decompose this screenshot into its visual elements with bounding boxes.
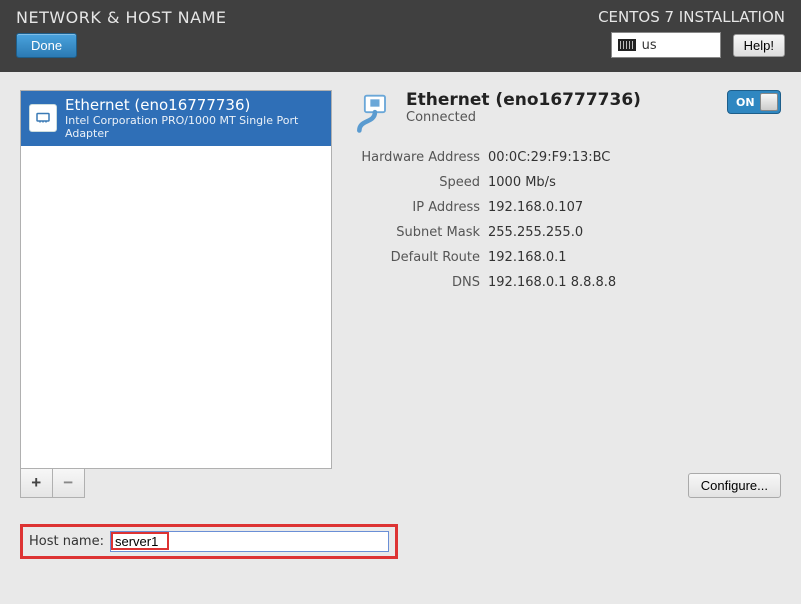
detail-panel: Ethernet (eno16777736) Connected ON Hard… [352, 90, 781, 498]
interface-panel: Ethernet (eno16777736) Intel Corporation… [20, 90, 332, 498]
configure-button[interactable]: Configure... [688, 473, 781, 498]
remove-interface-button[interactable]: − [53, 469, 84, 497]
connection-status: Connected [406, 110, 641, 125]
installer-title: CENTOS 7 INSTALLATION [598, 8, 785, 26]
hostname-label: Host name: [29, 534, 104, 549]
interface-add-remove: + − [20, 469, 85, 498]
toggle-handle [760, 93, 778, 111]
connection-title: Ethernet (eno16777736) [406, 90, 641, 110]
row-hardware-address: Hardware Address 00:0C:29:F9:13:BC [358, 150, 781, 165]
interface-item[interactable]: Ethernet (eno16777736) Intel Corporation… [21, 91, 331, 146]
connection-toggle[interactable]: ON [727, 90, 781, 114]
page-title: NETWORK & HOST NAME [16, 8, 227, 27]
toggle-label: ON [736, 96, 755, 109]
keyboard-layout-indicator[interactable]: us [611, 32, 721, 58]
row-dns: DNS 192.168.0.1 8.8.8.8 [358, 275, 781, 290]
interface-list[interactable]: Ethernet (eno16777736) Intel Corporation… [20, 90, 332, 469]
row-subnet-mask: Subnet Mask 255.255.255.0 [358, 225, 781, 240]
help-button[interactable]: Help! [733, 34, 785, 57]
top-bar: NETWORK & HOST NAME Done CENTOS 7 INSTAL… [0, 0, 801, 72]
keyboard-layout-label: us [642, 38, 657, 53]
row-speed: Speed 1000 Mb/s [358, 175, 781, 190]
hostname-row: Host name: [20, 524, 398, 559]
hostname-input[interactable] [110, 531, 389, 552]
keyboard-icon [618, 39, 636, 51]
ethernet-icon [29, 104, 57, 132]
row-default-route: Default Route 192.168.0.1 [358, 250, 781, 265]
add-interface-button[interactable]: + [21, 469, 53, 497]
row-ip-address: IP Address 192.168.0.107 [358, 200, 781, 215]
ethernet-connected-icon [352, 92, 396, 136]
interface-name: Ethernet (eno16777736) [65, 97, 323, 114]
interface-subtitle: Intel Corporation PRO/1000 MT Single Por… [65, 114, 323, 140]
connection-details: Hardware Address 00:0C:29:F9:13:BC Speed… [358, 150, 781, 290]
done-button[interactable]: Done [16, 33, 77, 58]
main-content: Ethernet (eno16777736) Intel Corporation… [0, 72, 801, 502]
